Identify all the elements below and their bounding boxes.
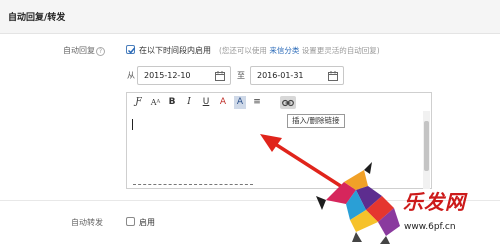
calendar-icon[interactable] xyxy=(328,71,338,81)
font-size-icon[interactable]: Aᴬ xyxy=(148,96,163,109)
auto-reply-label: 自动回复? xyxy=(63,45,105,56)
to-label: 至 xyxy=(237,71,245,80)
from-label: 从 xyxy=(127,71,135,80)
end-date-value: 2016-01-31 xyxy=(257,71,304,80)
start-date-value: 2015-12-10 xyxy=(144,71,191,80)
watermark-text: 乐发网 xyxy=(403,190,466,214)
italic-icon[interactable]: I xyxy=(183,96,195,109)
auto-reply-checkbox-label: 在以下时间段内启用 xyxy=(139,46,211,55)
end-date-input[interactable]: 2016-01-31 xyxy=(250,66,344,85)
font-family-icon[interactable]: Ƒ xyxy=(132,96,145,109)
auto-forward-checkbox-label: 启用 xyxy=(139,218,155,227)
section-header: 自动回复/转发 xyxy=(0,0,500,34)
link-icon[interactable] xyxy=(280,96,296,109)
auto-reply-checkbox[interactable] xyxy=(126,45,136,54)
text-caret xyxy=(132,119,133,130)
align-icon[interactable]: ≡ xyxy=(251,96,263,109)
underline-icon[interactable]: U xyxy=(200,96,212,109)
bold-icon[interactable]: B xyxy=(166,96,178,109)
font-color-icon[interactable]: A xyxy=(217,96,229,109)
auto-forward-checkbox[interactable] xyxy=(126,217,135,226)
background-color-icon[interactable]: A xyxy=(234,96,246,109)
auto-reply-hint: (您还可以使用 来信分类 设置更灵活的自动回复) xyxy=(219,46,380,55)
help-icon[interactable]: ? xyxy=(96,47,105,56)
link-tooltip: 插入/删除链接 xyxy=(287,114,345,128)
auto-forward-label: 自动转发 xyxy=(71,218,103,227)
signature-separator xyxy=(133,184,253,185)
start-date-input[interactable]: 2015-12-10 xyxy=(137,66,231,85)
watermark-url: www.6pf.cn xyxy=(404,222,456,232)
calendar-icon[interactable] xyxy=(215,71,225,81)
editor-toolbar: Ƒ Aᴬ B I U A A ≡ xyxy=(127,93,431,112)
section-title: 自动回复/转发 xyxy=(8,13,66,23)
mail-category-link[interactable]: 来信分类 xyxy=(269,46,299,55)
